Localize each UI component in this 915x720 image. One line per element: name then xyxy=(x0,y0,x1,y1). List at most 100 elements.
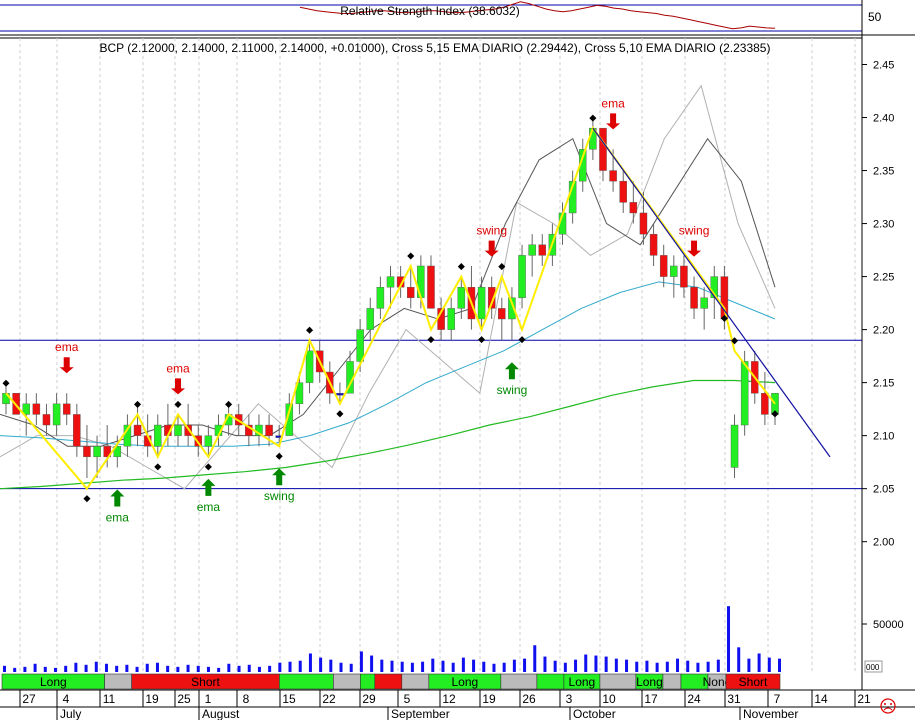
volume-bar xyxy=(115,665,119,672)
volume-bar xyxy=(553,660,557,672)
pivot-marker xyxy=(275,452,283,460)
volume-bar xyxy=(104,663,108,672)
x-tick-label: 25 xyxy=(177,692,191,706)
signal-label: ema xyxy=(601,96,625,110)
rsi-level-label: 50 xyxy=(868,10,882,24)
x-tick-label: 22 xyxy=(322,692,336,706)
y-tick-label: 2.05 xyxy=(873,484,894,496)
volume-bar xyxy=(421,661,425,672)
pivot-marker xyxy=(336,410,344,418)
status-face-eye xyxy=(884,703,886,705)
volume-bar xyxy=(757,653,761,672)
volume-bar xyxy=(727,606,731,672)
state-segment xyxy=(374,673,403,690)
state-label: Long xyxy=(569,675,596,689)
volume-bar xyxy=(53,667,57,672)
signal-label: ema xyxy=(106,510,130,524)
volume-bar xyxy=(778,658,781,672)
volume-bar xyxy=(206,666,210,672)
pivot-marker xyxy=(2,379,10,387)
y-tick-label: 2.15 xyxy=(873,378,894,390)
status-face-icon xyxy=(880,698,896,714)
volume-bar xyxy=(706,661,710,672)
candle-body xyxy=(740,361,749,426)
candle-body xyxy=(609,170,617,182)
candle-body xyxy=(447,308,455,330)
y-tick-label: 2.25 xyxy=(873,272,894,284)
candle-body xyxy=(52,403,61,426)
signal-arrow-up xyxy=(201,478,216,496)
volume-bar xyxy=(288,661,292,672)
volume-bar xyxy=(370,655,374,672)
y-tick-label: 2.20 xyxy=(873,325,894,337)
month-label: July xyxy=(60,707,81,720)
candle-body xyxy=(62,403,71,415)
pivot-marker xyxy=(174,400,182,408)
volume-bar xyxy=(135,666,139,672)
volume-bar xyxy=(737,647,741,672)
volume-bar xyxy=(696,662,700,672)
state-segment xyxy=(500,673,538,690)
candle-body xyxy=(336,393,344,396)
volume-bar xyxy=(472,659,476,672)
x-tick-label: 29 xyxy=(362,692,376,706)
ema-grey-line xyxy=(0,137,776,447)
x-tick-label: 21 xyxy=(857,692,871,706)
state-label: Long xyxy=(451,675,478,689)
state-segment xyxy=(599,673,637,690)
volume-bar xyxy=(186,664,190,672)
volume-bar xyxy=(43,666,47,672)
candle-body xyxy=(761,393,769,415)
state-segment xyxy=(662,673,682,690)
volume-bar xyxy=(319,657,323,672)
signal-arrow-down xyxy=(484,240,499,257)
volume-bar xyxy=(594,655,598,672)
candle-body xyxy=(538,244,547,256)
candle-body xyxy=(366,308,375,330)
y-tick-label: 2.10 xyxy=(873,431,894,443)
month-label: August xyxy=(202,707,240,720)
volume-bar xyxy=(74,662,78,672)
candle-body xyxy=(700,297,708,309)
x-tick-label: 27 xyxy=(22,692,36,706)
volume-bar xyxy=(237,665,241,672)
volume-bar xyxy=(686,660,690,672)
candle-body xyxy=(406,286,415,298)
candle-body xyxy=(42,414,51,426)
volume-bar xyxy=(155,662,159,672)
zigzag-line xyxy=(5,125,776,491)
signal-arrow-down xyxy=(59,357,74,374)
signal-arrow-up xyxy=(272,468,287,486)
signal-label: swing xyxy=(679,224,710,238)
volume-bar xyxy=(502,662,506,672)
candle-body xyxy=(659,255,668,277)
volume-bar xyxy=(166,665,170,672)
candle-body xyxy=(204,435,213,447)
pivot-marker xyxy=(134,400,142,408)
pivot-marker xyxy=(407,252,415,260)
pivot-marker xyxy=(83,495,91,503)
volume-bar xyxy=(308,653,312,672)
candle-body xyxy=(93,446,101,458)
signal-label: swing xyxy=(497,383,528,397)
candle-body xyxy=(154,424,162,447)
volume-bar xyxy=(604,656,608,672)
volume-bar xyxy=(512,659,516,672)
candle-body xyxy=(427,265,435,309)
y-tick-label: 2.00 xyxy=(873,537,894,549)
volume-bar xyxy=(461,657,465,672)
x-tick-label: 7 xyxy=(774,692,781,706)
signal-arrow-up xyxy=(110,489,125,507)
pivot-marker xyxy=(427,336,435,344)
pivot-marker xyxy=(457,263,465,271)
chart-title: BCP (2.12000, 2.14000, 2.11000, 2.14000,… xyxy=(100,41,771,55)
signal-arrow-up xyxy=(504,362,519,380)
volume-bar xyxy=(349,663,353,672)
candle-body xyxy=(133,424,142,436)
candle-body xyxy=(376,286,385,309)
candle-body xyxy=(670,265,678,277)
pivot-marker xyxy=(478,336,486,344)
candle-body xyxy=(305,350,314,383)
candle-body xyxy=(528,244,536,256)
candle-body xyxy=(690,286,698,309)
